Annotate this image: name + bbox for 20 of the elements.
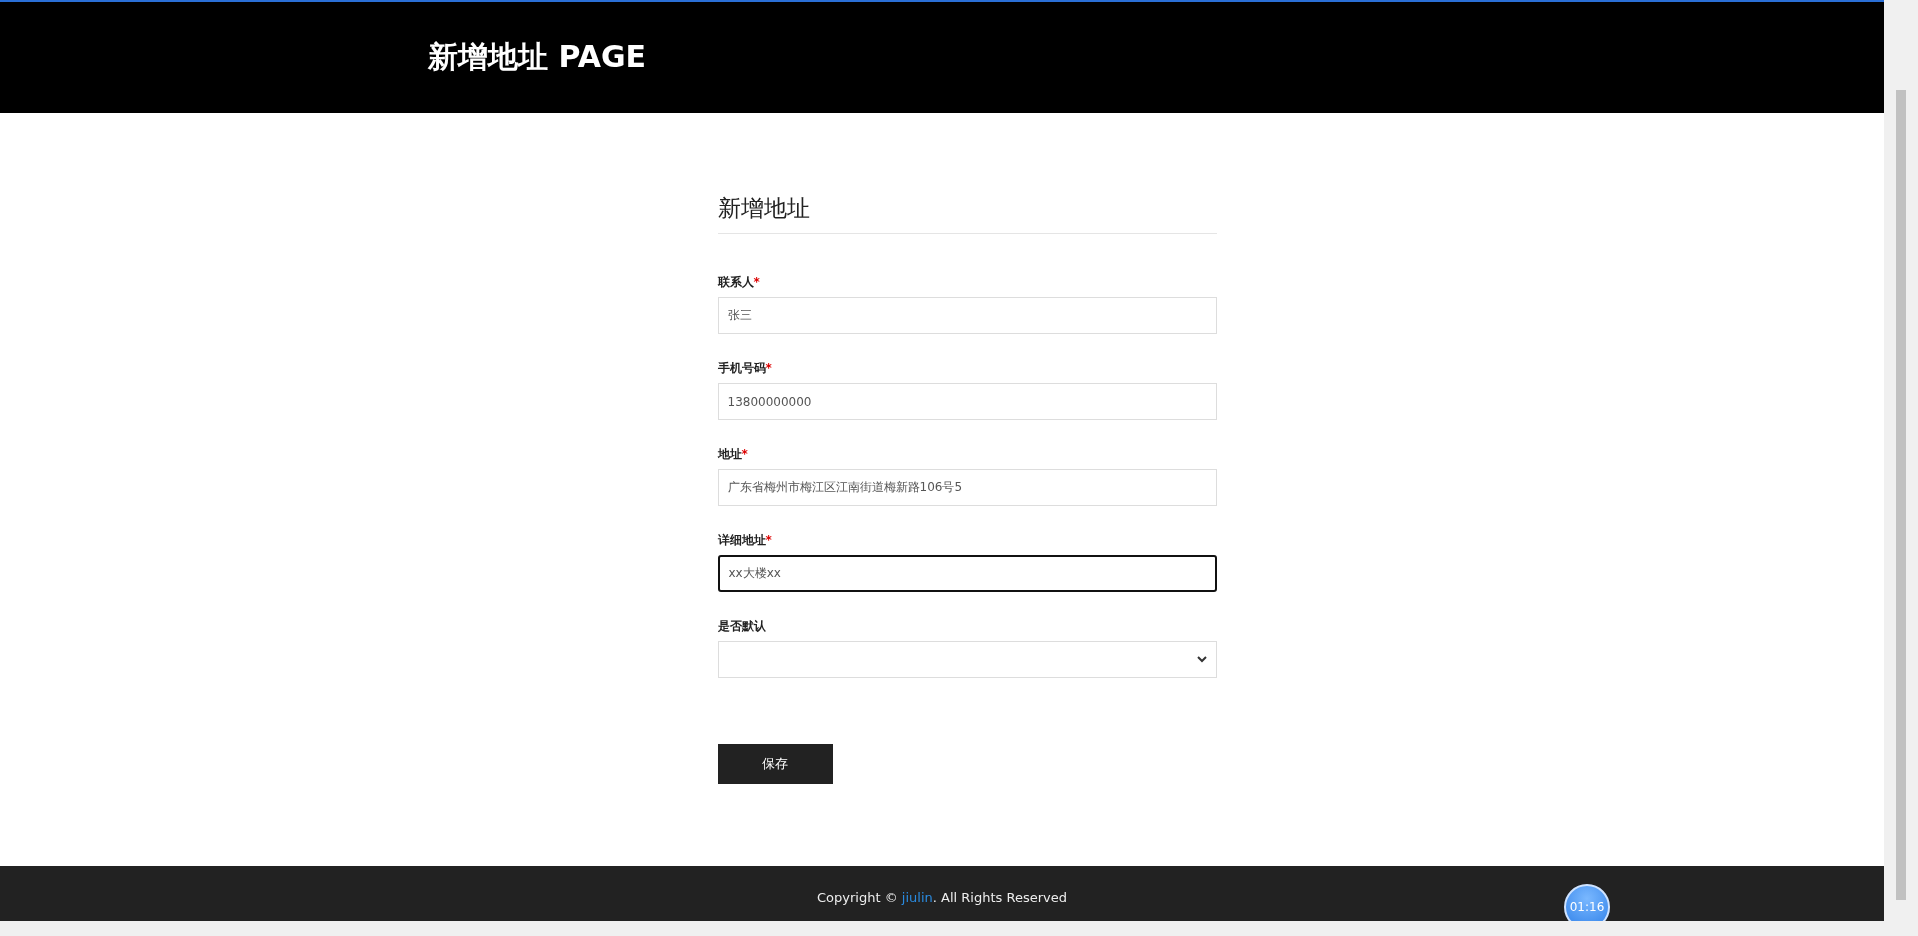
required-asterisk: * (765, 361, 772, 375)
form-title: 新增地址 (717, 194, 811, 223)
field-label: 详细地址* (717, 532, 773, 549)
save-button[interactable]: 保存 (717, 744, 833, 784)
field-label: 是否默认 (717, 618, 767, 635)
required-asterisk: * (741, 447, 748, 461)
select-field[interactable] (717, 641, 1217, 678)
copyright-text: Copyright © jiulin. All Rights Reserved (817, 890, 1067, 907)
required-asterisk: * (753, 275, 760, 289)
required-asterisk: * (765, 533, 772, 547)
field-label: 手机号码* (717, 360, 773, 377)
text-input-field[interactable]: xx大楼xx (717, 555, 1217, 592)
text-input-field[interactable]: 广东省梅州市梅江区江南街道梅新路106号5 (717, 469, 1217, 506)
author-link[interactable]: jiulin (901, 890, 933, 905)
chevron-down-icon (1196, 656, 1207, 663)
text-input-field[interactable]: 张三 (717, 297, 1217, 334)
field-label: 地址* (717, 446, 749, 463)
text-input-field[interactable]: 13800000000 (717, 383, 1217, 420)
page-title: 新增地址 PAGE (428, 38, 646, 76)
field-label: 联系人* (717, 274, 761, 291)
